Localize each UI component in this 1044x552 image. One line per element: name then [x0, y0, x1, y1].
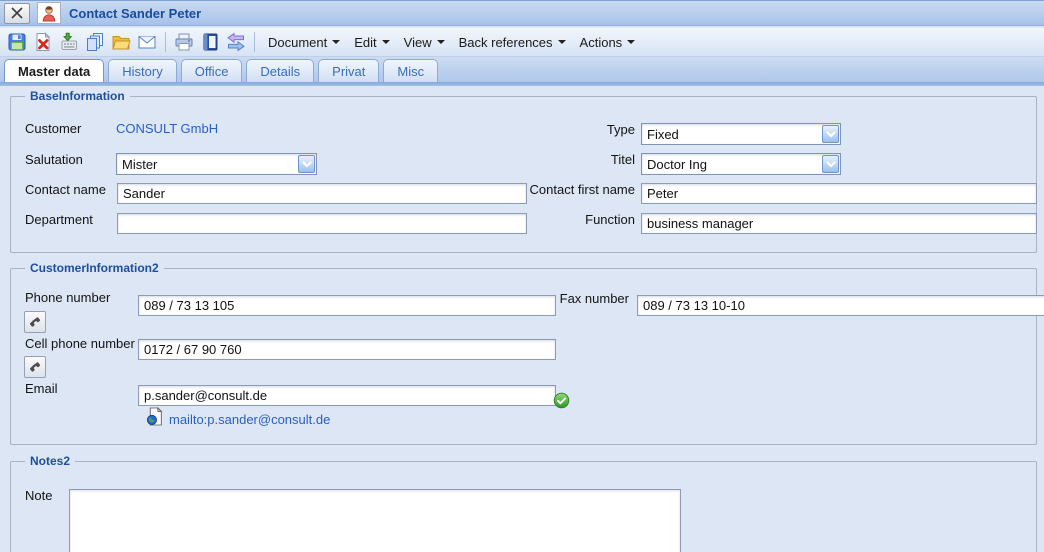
mailto-link[interactable]: mailto:p.sander@consult.de: [169, 412, 330, 427]
menu-actions-label: Actions: [579, 34, 623, 50]
folder-icon: [112, 36, 131, 50]
import-button[interactable]: [56, 30, 82, 55]
sync-arrows-icon: [227, 32, 245, 52]
contact-name-input[interactable]: [117, 183, 527, 204]
tab-privat[interactable]: Privat: [318, 59, 380, 82]
internet-shortcut-icon: [146, 406, 163, 431]
base-information-fieldset: BaseInformation Customer CONSULT GmbH Ty…: [10, 89, 1037, 253]
fieldset-legend: BaseInformation: [25, 89, 130, 103]
dial-phone-button[interactable]: [24, 311, 46, 333]
note-label: Note: [25, 488, 53, 503]
notes2-fieldset: Notes2 Note: [10, 454, 1037, 552]
tab-master-data[interactable]: Master data: [4, 59, 105, 82]
print-button[interactable]: [171, 30, 197, 55]
fax-number-input[interactable]: [637, 295, 1044, 316]
type-select-value: Fixed: [647, 127, 679, 142]
contact-name-label: Contact name: [25, 182, 106, 197]
import-icon: [61, 32, 77, 50]
menu-document-label: Document: [268, 34, 328, 50]
titel-select[interactable]: Doctor Ing: [641, 153, 841, 175]
tab-details[interactable]: Details: [246, 59, 315, 82]
close-icon: [11, 7, 23, 19]
menu-edit-label: Edit: [354, 34, 377, 50]
department-input[interactable]: [117, 213, 527, 234]
salutation-select[interactable]: Mister: [116, 153, 317, 175]
department-label: Department: [25, 212, 93, 227]
customer-information2-fieldset: CustomerInformation2 Phone number Fax nu…: [10, 261, 1044, 445]
email-label: Email: [25, 381, 58, 396]
menu-back-references[interactable]: Back references: [451, 32, 572, 53]
tab-office[interactable]: Office: [180, 59, 243, 82]
window-close-button[interactable]: [4, 2, 30, 24]
chevron-down-icon[interactable]: [822, 125, 839, 143]
tab-strip: Master data History Office Details Priva…: [0, 57, 1044, 82]
master-data-panel: BaseInformation Customer CONSULT GmbH Ty…: [0, 86, 1044, 552]
person-icon: [42, 6, 56, 22]
contact-first-name-label: Contact first name: [529, 182, 636, 197]
customer-label: Customer: [25, 121, 82, 136]
chevron-down-icon[interactable]: [298, 155, 315, 173]
tab-misc[interactable]: Misc: [383, 59, 439, 82]
dial-cell-phone-button[interactable]: [24, 356, 46, 378]
type-label: Type: [606, 122, 635, 137]
book-icon: [203, 33, 218, 51]
function-input[interactable]: [641, 213, 1037, 234]
salutation-label: Salutation: [25, 152, 83, 167]
fieldset-legend: CustomerInformation2: [25, 261, 164, 275]
page-title: Contact Sander Peter: [69, 5, 202, 21]
salutation-select-value: Mister: [122, 157, 158, 172]
titel-select-value: Doctor Ing: [647, 157, 707, 172]
journal-button[interactable]: [197, 30, 223, 55]
menu-view[interactable]: View: [396, 32, 451, 53]
save-icon: [8, 33, 26, 51]
note-textarea[interactable]: [69, 489, 681, 552]
copy-icon: [87, 33, 103, 51]
cell-phone-number-label: Cell phone number: [25, 336, 135, 351]
window-title-bar: Contact Sander Peter: [0, 0, 1044, 26]
toolbar-separator: [254, 32, 255, 52]
fax-number-label: Fax number: [559, 291, 629, 306]
toolbar-separator: [165, 32, 166, 52]
delete-button[interactable]: [30, 30, 56, 55]
transfer-button[interactable]: [223, 30, 249, 55]
type-select[interactable]: Fixed: [641, 123, 841, 145]
cell-phone-number-input[interactable]: [138, 339, 556, 360]
fieldset-legend: Notes2: [25, 454, 76, 468]
menu-view-label: View: [403, 34, 432, 50]
menu-document[interactable]: Document: [260, 32, 346, 53]
delete-icon: [36, 32, 51, 51]
print-icon: [175, 33, 193, 51]
phone-icon: [29, 362, 41, 372]
customer-link[interactable]: CONSULT GmbH: [116, 121, 218, 136]
phone-icon: [29, 317, 41, 327]
titel-label: Titel: [610, 152, 635, 167]
save-button[interactable]: [4, 30, 30, 55]
chevron-down-icon[interactable]: [822, 155, 839, 173]
menu-actions[interactable]: Actions: [572, 32, 642, 53]
email-valid-icon: [553, 392, 570, 414]
contact-avatar: [37, 2, 61, 24]
mail-icon: [138, 36, 156, 49]
copy-button[interactable]: [82, 30, 108, 55]
menu-edit[interactable]: Edit: [346, 32, 395, 53]
contact-first-name-input[interactable]: [641, 183, 1037, 204]
toolbar: Document Edit View Back references Actio…: [0, 28, 1044, 57]
phone-number-label: Phone number: [25, 290, 111, 305]
function-label: Function: [585, 212, 635, 227]
email-input[interactable]: [138, 385, 556, 406]
open-folder-button[interactable]: [108, 30, 134, 55]
mail-button[interactable]: [134, 30, 160, 55]
menu-back-references-label: Back references: [458, 34, 553, 50]
tab-history[interactable]: History: [108, 59, 177, 82]
